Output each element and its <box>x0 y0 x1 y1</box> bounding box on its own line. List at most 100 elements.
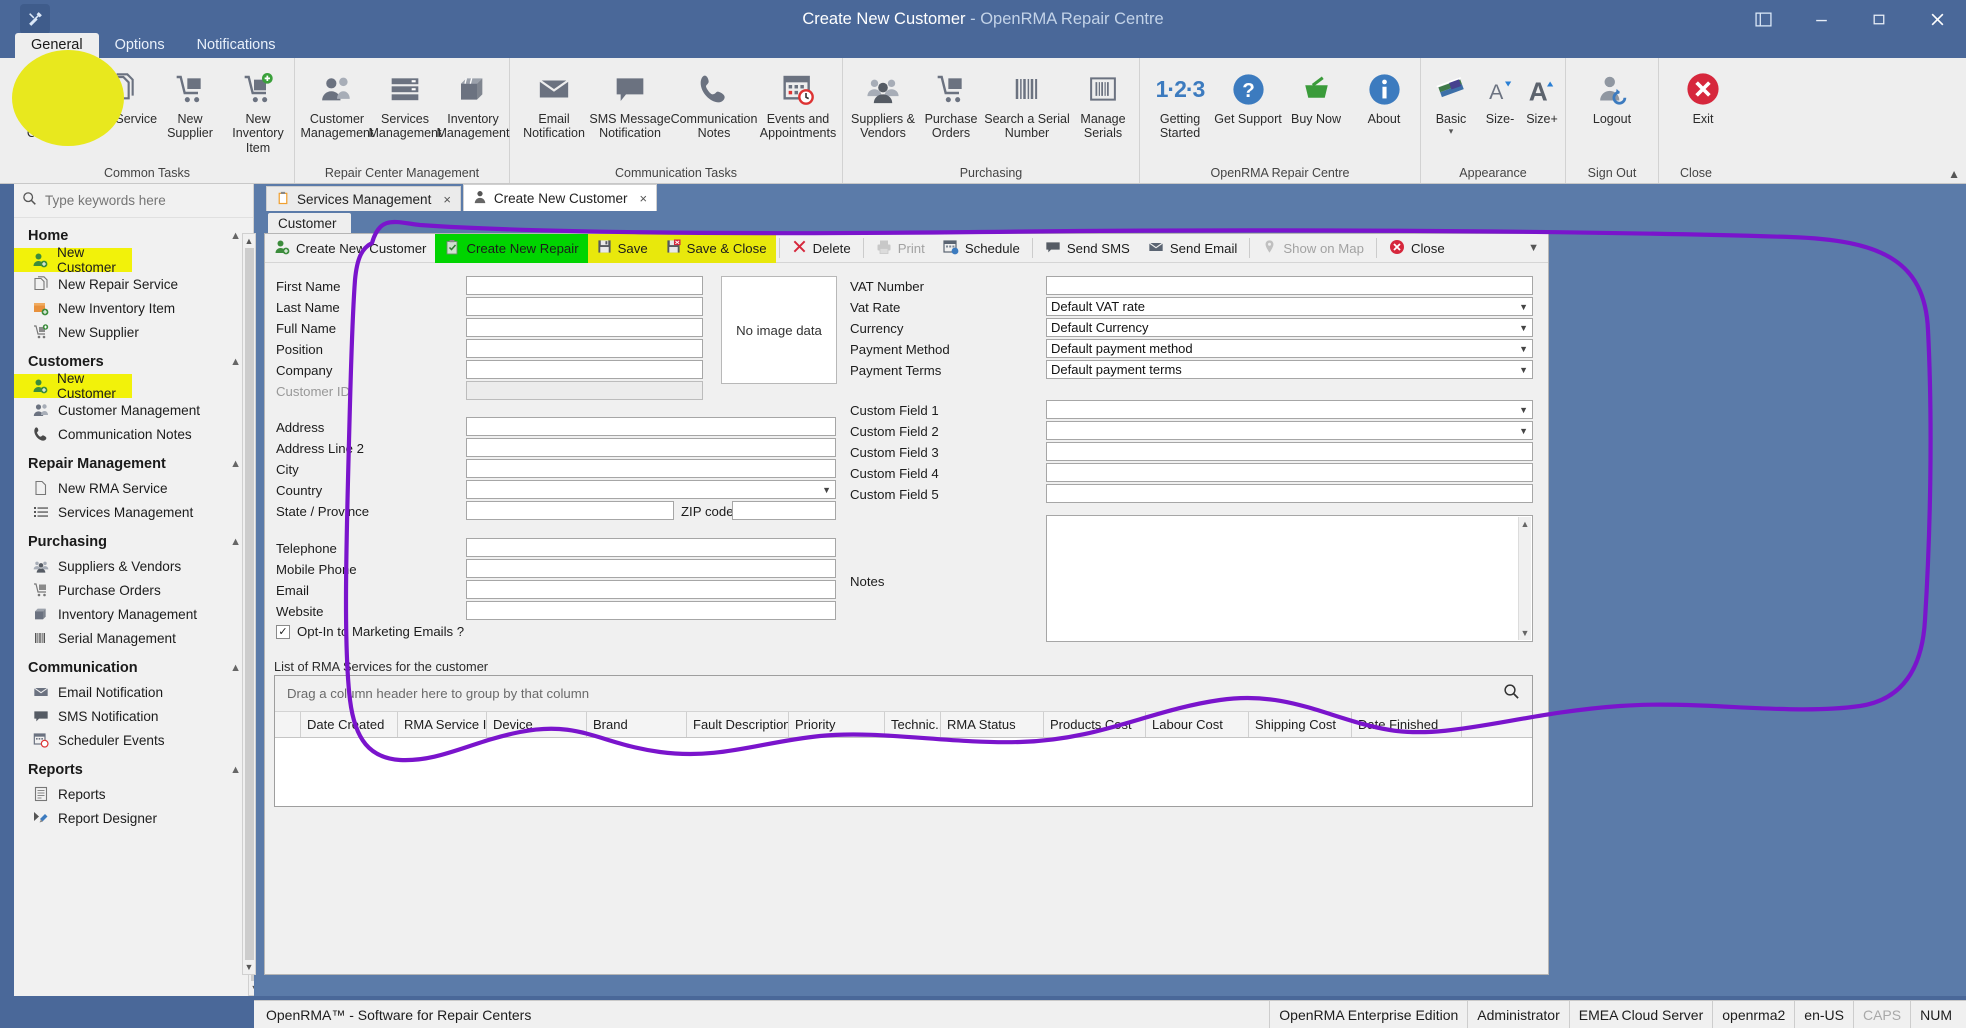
grid-group-panel[interactable]: Drag a column header here to group by th… <box>275 676 1532 712</box>
combo-payment-method[interactable]: Default payment method ▼ <box>1046 339 1533 358</box>
sidebar-item-sms-notification[interactable]: SMS Notification <box>14 704 253 728</box>
chevron-down-icon[interactable]: ▼ <box>1519 426 1528 436</box>
search-icon[interactable] <box>1503 683 1520 704</box>
grid-col-date-finished[interactable]: Date Finished <box>1352 712 1462 737</box>
combo-custom-field-1[interactable]: ▼ <box>1046 400 1533 419</box>
input-last-name[interactable] <box>466 297 703 316</box>
input-website[interactable] <box>466 601 836 620</box>
input-city[interactable] <box>466 459 836 478</box>
sidebar-section-purchasing[interactable]: Purchasing ▲ <box>14 524 253 554</box>
grid-col-indicator[interactable] <box>275 712 301 737</box>
input-zip-code[interactable] <box>732 501 836 520</box>
grid-col-rma-status[interactable]: RMA Status <box>941 712 1044 737</box>
toolbar-send-sms[interactable]: Send SMS <box>1036 234 1139 263</box>
ribbon-button-new-supplier[interactable]: New Supplier <box>156 64 224 145</box>
input-state-province[interactable] <box>466 501 674 520</box>
sidebar-section-repair-management[interactable]: Repair Management ▲ <box>14 446 253 476</box>
sidebar-section-reports[interactable]: Reports ▲ <box>14 752 253 782</box>
chevron-down-icon[interactable]: ▾ <box>1449 126 1454 137</box>
grid-col-products-cost[interactable]: Products Cost <box>1044 712 1146 737</box>
input-custom-field-5[interactable] <box>1046 484 1533 503</box>
ribbon-button-purchase-orders[interactable]: Purchase Orders <box>917 64 985 145</box>
input-address[interactable] <box>466 417 836 436</box>
sidebar-item-scheduler-events[interactable]: Scheduler Events <box>14 728 253 752</box>
toolbar-create-new-repair[interactable]: Create New Repair <box>435 233 588 263</box>
chevron-down-icon[interactable]: ▼ <box>1519 365 1528 375</box>
sidebar-item-purchase-orders[interactable]: Purchase Orders <box>14 578 253 602</box>
toolbar-delete[interactable]: Delete <box>783 234 860 263</box>
ribbon-button-inventory-management[interactable]: Inventory Management <box>437 64 509 145</box>
input-vat-number[interactable] <box>1046 276 1533 295</box>
optin-marketing-row[interactable]: ✓ Opt-In to Marketing Emails ? <box>276 624 464 639</box>
toolbar-schedule[interactable]: Schedule <box>934 234 1029 263</box>
scroll-up-icon[interactable]: ▲ <box>245 236 254 246</box>
ribbon-button-about[interactable]: About <box>1350 64 1418 130</box>
chevron-down-icon[interactable]: ▼ <box>822 485 831 495</box>
sidebar-item-new-inventory-item[interactable]: New Inventory Item <box>14 296 253 320</box>
ribbon-button-suppliers-vendors[interactable]: Suppliers & Vendors <box>849 64 917 145</box>
grid-col-fault-description[interactable]: Fault Description <box>687 712 789 737</box>
notes-textarea[interactable]: ▲ ▼ <box>1046 515 1533 642</box>
input-full-name[interactable] <box>466 318 703 337</box>
ribbon-button-services-management[interactable]: Services Management <box>369 64 441 145</box>
sidebar-item-inventory-management[interactable]: Inventory Management <box>14 602 253 626</box>
chevron-down-icon[interactable]: ▼ <box>1519 344 1528 354</box>
grid-col-brand[interactable]: Brand <box>587 712 687 737</box>
scroll-down-icon[interactable]: ▼ <box>1521 628 1530 638</box>
toolbar-save-and-close[interactable]: Save & Close <box>656 233 776 263</box>
sidebar-item-report-designer[interactable]: Report Designer <box>14 806 253 830</box>
grid-col-rma-service-id[interactable]: RMA Service ID <box>398 712 487 737</box>
sidebar-item-suppliers-vendors[interactable]: Suppliers & Vendors <box>14 554 253 578</box>
combo-country[interactable]: ▼ <box>466 480 836 499</box>
ribbon-button-exit[interactable]: Exit <box>1669 64 1737 130</box>
toolbar-create-new-customer[interactable]: Create New Customer <box>265 234 435 263</box>
sidebar-item-services-management[interactable]: Services Management <box>14 500 253 524</box>
toolbar-send-email[interactable]: Send Email <box>1139 234 1246 263</box>
ribbon-button-size-increase[interactable]: A Size+ <box>1521 64 1563 130</box>
sidebar-item-new-repair-service[interactable]: New Repair Service <box>14 272 253 296</box>
input-position[interactable] <box>466 339 703 358</box>
grid-col-shipping-cost[interactable]: Shipping Cost <box>1249 712 1352 737</box>
ribbon-tab-options[interactable]: Options <box>99 33 181 58</box>
ribbon-button-search-serial-number[interactable]: Search a Serial Number <box>984 64 1070 145</box>
sidebar-item-communication-notes[interactable]: Communication Notes <box>14 422 253 446</box>
chevron-up-icon[interactable]: ▲ <box>230 458 241 470</box>
ribbon-button-new-service[interactable]: New Service <box>87 64 157 130</box>
input-telephone[interactable] <box>466 538 836 557</box>
input-custom-field-3[interactable] <box>1046 442 1533 461</box>
input-email[interactable] <box>466 580 836 599</box>
doc-tab-create-new-customer[interactable]: Create New Customer × <box>462 184 658 211</box>
customer-section-tab[interactable]: Customer <box>268 213 351 235</box>
ribbon-button-size-decrease[interactable]: A Size- <box>1479 64 1521 130</box>
ribbon-button-logout[interactable]: Logout <box>1578 64 1646 130</box>
chevron-down-icon[interactable]: ▼ <box>1519 323 1528 333</box>
chevron-down-icon[interactable]: ▼ <box>1519 302 1528 312</box>
chevron-up-icon[interactable]: ▲ <box>230 230 241 242</box>
ribbon-tab-notifications[interactable]: Notifications <box>181 33 292 58</box>
doc-tab-services-management[interactable]: Services Management × <box>266 186 461 211</box>
chevron-up-icon[interactable]: ▲ <box>230 356 241 368</box>
input-custom-field-4[interactable] <box>1046 463 1533 482</box>
ribbon-button-communication-notes[interactable]: Communication Notes <box>671 64 757 145</box>
sidebar-section-communication[interactable]: Communication ▲ <box>14 650 253 680</box>
ribbon-button-new-customer[interactable]: New Customer <box>20 64 88 145</box>
ribbon-button-new-inventory-item[interactable]: New Inventory Item <box>224 64 292 159</box>
chevron-down-icon[interactable]: ▼ <box>1528 242 1539 254</box>
combo-custom-field-2[interactable]: ▼ <box>1046 421 1533 440</box>
ribbon-button-customer-management[interactable]: Customer Management <box>301 64 373 145</box>
document-scrollbar[interactable]: ▲ ▼ <box>242 233 256 975</box>
ribbon-tab-general[interactable]: General <box>15 33 99 58</box>
ribbon-button-email-notification[interactable]: Email Notification <box>520 64 588 145</box>
ribbon-button-sms-message-notification[interactable]: SMS Message Notification <box>588 64 672 145</box>
ribbon-button-events-and-appointments[interactable]: Events and Appointments <box>756 64 840 145</box>
scroll-up-icon[interactable]: ▲ <box>1521 519 1530 529</box>
sidebar-item-new-customer-customers[interactable]: New Customer <box>14 371 132 401</box>
scroll-down-icon[interactable]: ▼ <box>245 962 254 972</box>
sidebar-item-email-notification[interactable]: Email Notification <box>14 680 253 704</box>
chevron-up-icon[interactable]: ▲ <box>230 536 241 548</box>
ribbon-button-getting-started[interactable]: 1·2·3 Getting Started <box>1146 64 1214 145</box>
sidebar-item-reports[interactable]: Reports <box>14 782 253 806</box>
combo-vat-rate[interactable]: Default VAT rate ▼ <box>1046 297 1533 316</box>
sidebar-section-customers[interactable]: Customers ▲ <box>14 344 253 374</box>
grid-col-device[interactable]: Device <box>487 712 587 737</box>
